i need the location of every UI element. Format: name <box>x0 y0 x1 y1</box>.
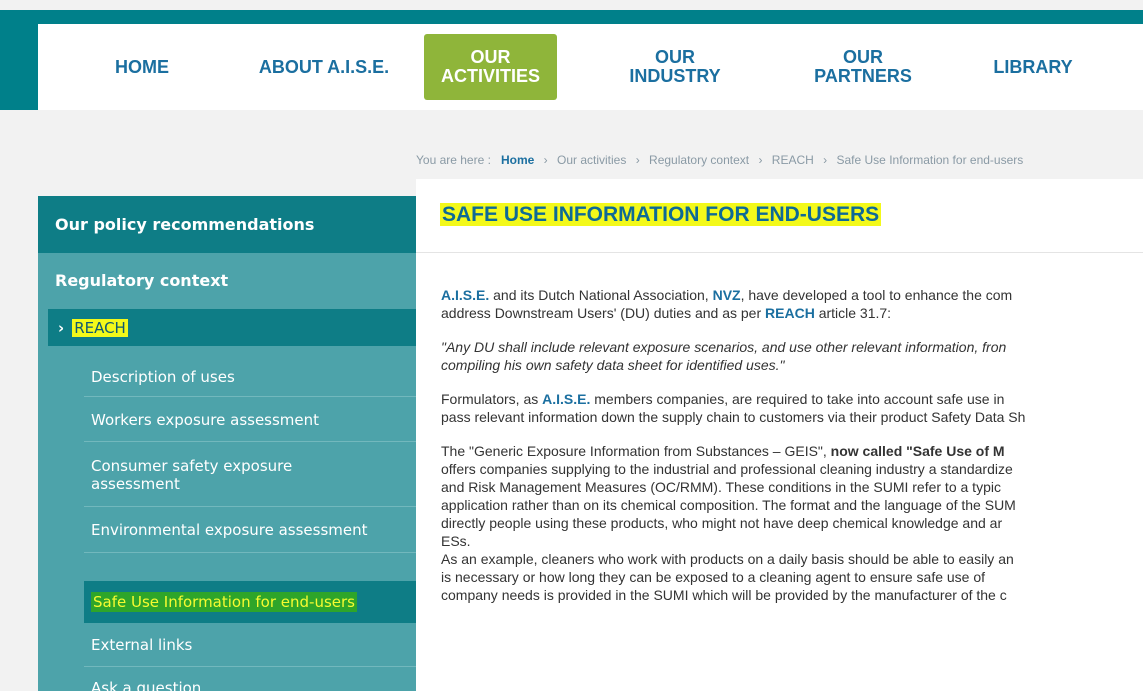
breadcrumb-home[interactable]: Home <box>501 153 534 167</box>
text: The "Generic Exposure Information from S… <box>441 443 831 459</box>
link-aise[interactable]: A.I.S.E. <box>441 287 489 303</box>
nav-partners-line1: OUR <box>843 47 883 67</box>
text: As an example, cleaners who work with pr… <box>441 551 1014 567</box>
sidebar-sub-label: Description of uses <box>91 367 235 386</box>
sidebar-sub-external-links[interactable]: External links <box>84 623 416 667</box>
nav-our-partners[interactable]: OUR PARTNERS <box>798 24 928 110</box>
nav-about-label: ABOUT A.I.S.E. <box>258 56 390 77</box>
text: , have developed a tool to enhance the c… <box>740 287 1013 303</box>
chevron-right-icon: › <box>58 318 65 337</box>
article-body: A.I.S.E. and its Dutch National Associat… <box>441 286 1143 620</box>
text-bold: now called "Safe Use of M <box>830 443 1005 459</box>
text: pass relevant information down the suppl… <box>441 409 1026 425</box>
paragraph-example: As an example, cleaners who work with pr… <box>441 550 1143 604</box>
sidebar-item-reach[interactable]: › REACH <box>48 309 416 346</box>
breadcrumb-sep-icon: › <box>823 153 828 167</box>
nav-our-industry[interactable]: OUR INDUSTRY <box>612 24 738 110</box>
quote-line: compiling his own safety data sheet for … <box>441 357 785 373</box>
sidebar-sub-label: Consumer safety exposure assessment <box>91 456 293 493</box>
text: ESs. <box>441 533 471 549</box>
breadcrumb-sep-icon: › <box>758 153 763 167</box>
text: address Downstream Users' (DU) duties an… <box>441 305 766 321</box>
nav-about[interactable]: ABOUT A.I.S.E. <box>244 24 404 110</box>
nav-activities-line2: ACTIVITIES <box>440 66 540 86</box>
sidebar-sub-safe-use-information[interactable]: Safe Use Information for end-users <box>84 581 416 623</box>
sidebar-reach-label: REACH <box>72 318 128 337</box>
text: company needs is provided in the SUMI wh… <box>441 587 1007 603</box>
sidebar-sub-label: Safe Use Information for end-users <box>91 592 357 612</box>
breadcrumb-sep-icon: › <box>635 153 640 167</box>
main-content: SAFE USE INFORMATION FOR END-USERS A.I.S… <box>416 179 1143 691</box>
quote-line: "Any DU shall include relevant exposure … <box>441 339 1007 355</box>
title-divider <box>416 252 1143 253</box>
paragraph-formulators: Formulators, as A.I.S.E. members compani… <box>441 390 1143 426</box>
sidebar: Our policy recommendations Regulatory co… <box>38 196 416 691</box>
breadcrumb-prefix: You are here : <box>416 153 491 167</box>
text: article 31.7: <box>814 305 892 321</box>
paragraph-quote: "Any DU shall include relevant exposure … <box>441 338 1143 374</box>
nav-our-activities[interactable]: OUR ACTIVITIES <box>424 34 557 100</box>
page-title: SAFE USE INFORMATION FOR END-USERS <box>440 203 882 227</box>
link-reach[interactable]: REACH <box>765 305 815 321</box>
sidebar-sub-label: External links <box>91 635 193 654</box>
text: application rather than on its chemical … <box>441 497 1016 513</box>
breadcrumb-reach[interactable]: REACH <box>772 153 814 167</box>
breadcrumb-regulatory[interactable]: Regulatory context <box>649 153 749 167</box>
breadcrumb-sep-icon: › <box>543 153 548 167</box>
text: and Risk Management Measures (OC/RMM). T… <box>441 479 1001 495</box>
sidebar-item-regulatory[interactable]: Regulatory context <box>38 260 416 300</box>
main-nav: HOME ABOUT A.I.S.E. OUR ACTIVITIES OUR I… <box>38 24 1143 110</box>
text: offers companies supplying to the indust… <box>441 461 1013 477</box>
nav-library-label: LIBRARY <box>993 56 1073 77</box>
sidebar-item-policy[interactable]: Our policy recommendations <box>38 196 416 253</box>
sidebar-regulatory-label: Regulatory context <box>55 270 229 290</box>
text: Formulators, as <box>441 391 543 407</box>
paragraph-intro: A.I.S.E. and its Dutch National Associat… <box>441 286 1143 322</box>
nav-industry-line1: OUR <box>655 47 695 67</box>
text: members companies, are required to take … <box>590 391 1005 407</box>
nav-partners-line2: PARTNERS <box>814 66 912 86</box>
text: is necessary or how long they can be exp… <box>441 569 986 585</box>
link-nvz[interactable]: NVZ <box>713 287 741 303</box>
nav-home[interactable]: HOME <box>90 24 194 110</box>
sidebar-sub-label: Ask a question <box>91 679 202 691</box>
breadcrumb-current: Safe Use Information for end-users <box>836 153 1024 167</box>
sidebar-sub-workers-exposure[interactable]: Workers exposure assessment <box>84 398 416 442</box>
breadcrumb-activities[interactable]: Our activities <box>557 153 626 167</box>
nav-library[interactable]: LIBRARY <box>978 24 1088 110</box>
nav-industry-line2: INDUSTRY <box>629 66 721 86</box>
sidebar-sub-ask-a-question[interactable]: Ask a question <box>84 668 416 691</box>
sidebar-sub-environmental-exposure[interactable]: Environmental exposure assessment <box>84 508 416 553</box>
text: directly people using these products, wh… <box>441 515 1003 531</box>
nav-home-label: HOME <box>115 56 169 77</box>
sidebar-sub-label: Environmental exposure assessment <box>91 521 368 539</box>
paragraph-geis: The "Generic Exposure Information from S… <box>441 442 1143 550</box>
page-title-text: SAFE USE INFORMATION FOR END-USERS <box>440 203 882 226</box>
nav-activities-line1: OUR <box>470 47 511 67</box>
link-aise[interactable]: A.I.S.E. <box>542 391 590 407</box>
sidebar-policy-label: Our policy recommendations <box>55 215 315 234</box>
breadcrumb: You are here : Home › Our activities › R… <box>416 153 1143 167</box>
sidebar-sub-label: Workers exposure assessment <box>91 410 320 429</box>
sidebar-sub-description-of-uses[interactable]: Description of uses <box>84 357 416 397</box>
sidebar-sub-consumer-safety[interactable]: Consumer safety exposure assessment <box>84 443 416 507</box>
text: and its Dutch National Association, <box>489 287 713 303</box>
